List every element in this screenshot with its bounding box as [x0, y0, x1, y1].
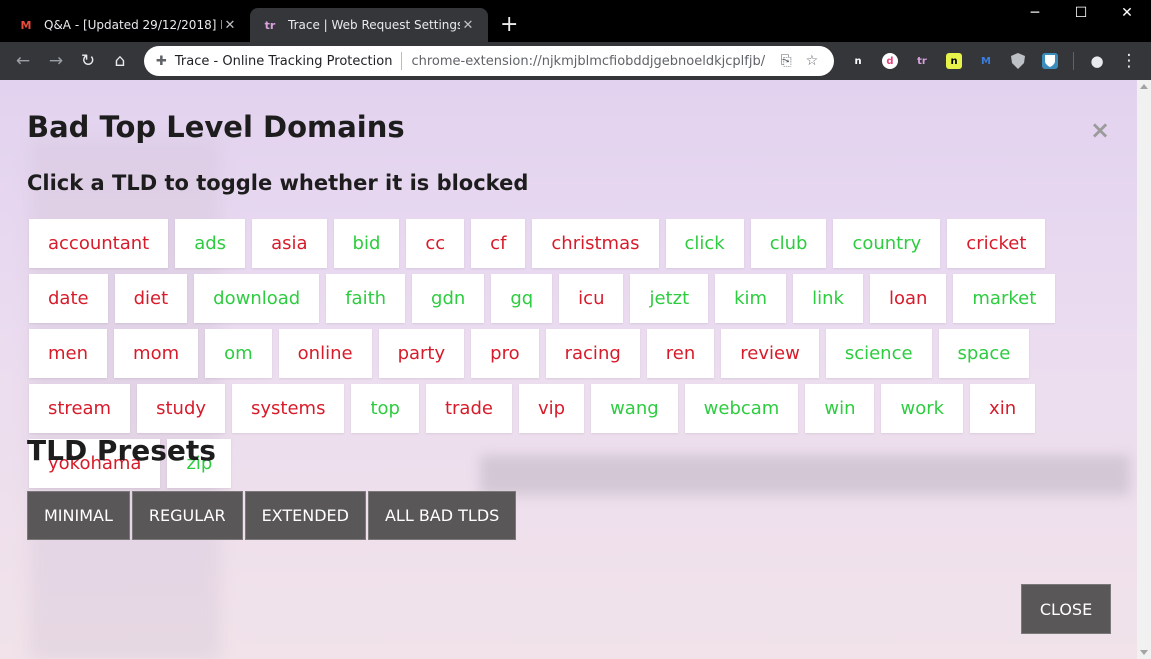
window-close-button[interactable]: ✕	[1104, 5, 1150, 21]
tld-button-asia[interactable]: asia	[252, 219, 327, 268]
tld-button-cc[interactable]: cc	[406, 219, 465, 268]
tld-button-click[interactable]: click	[665, 219, 744, 268]
reload-icon[interactable]: ↻	[75, 48, 101, 74]
neon-extension-icon[interactable]: n	[946, 53, 962, 69]
tld-button-icu[interactable]: icu	[559, 274, 624, 323]
omnibox-divider	[401, 52, 403, 70]
forward-arrow-icon[interactable]: →	[43, 48, 69, 74]
tld-button-webcam[interactable]: webcam	[684, 384, 799, 433]
close-button[interactable]: CLOSE	[1021, 584, 1111, 634]
tld-button-cf[interactable]: cf	[471, 219, 526, 268]
tld-button-stream[interactable]: stream	[29, 384, 131, 433]
close-icon[interactable]: ×	[1090, 116, 1110, 144]
page-url: chrome-extension://njkmjblmcfiobddjgebno…	[411, 53, 767, 69]
tld-button-kim[interactable]: kim	[715, 274, 787, 323]
tld-button-trade[interactable]: trade	[425, 384, 512, 433]
home-icon[interactable]: ⌂	[107, 48, 133, 74]
preset-minimal-button[interactable]: MINIMAL	[27, 491, 130, 540]
tld-button-bid[interactable]: bid	[333, 219, 400, 268]
menu-dots-icon[interactable]: ⋮	[1116, 48, 1142, 74]
tld-button-link[interactable]: link	[793, 274, 863, 323]
page-origin: Trace - Online Tracking Protection	[174, 53, 393, 69]
tld-button-gdn[interactable]: gdn	[412, 274, 485, 323]
tld-button-country[interactable]: country	[833, 219, 941, 268]
tld-button-ads[interactable]: ads	[175, 219, 246, 268]
address-bar[interactable]: ✚ Trace - Online Tracking Protection chr…	[144, 46, 834, 76]
n-extension-icon[interactable]: n	[850, 53, 866, 69]
scrollbar[interactable]	[1137, 80, 1151, 659]
tld-button-faith[interactable]: faith	[326, 274, 406, 323]
scroll-up-icon[interactable]	[1140, 84, 1148, 89]
shield-extension-icon[interactable]	[1010, 53, 1026, 69]
tld-button-racing[interactable]: racing	[545, 329, 640, 378]
tld-button-pro[interactable]: pro	[471, 329, 539, 378]
tld-button-christmas[interactable]: christmas	[532, 219, 659, 268]
d-extension-icon[interactable]: d	[882, 53, 898, 69]
tld-button-diet[interactable]: diet	[114, 274, 188, 323]
tld-button-accountant[interactable]: accountant	[29, 219, 169, 268]
tld-button-jetzt[interactable]: jetzt	[630, 274, 709, 323]
presets-title: TLD Presets	[27, 434, 216, 467]
preset-extended-button[interactable]: EXTENDED	[244, 491, 366, 540]
puzzle-icon: ✚	[156, 53, 167, 69]
mail-icon: M	[20, 18, 32, 32]
tld-button-wang[interactable]: wang	[591, 384, 678, 433]
modal-title: Bad Top Level Domains	[27, 110, 405, 144]
tab-strip: M Q&A - [Updated 29/12/2018] Bro ✕ tr Tr…	[0, 0, 1151, 42]
tld-button-review[interactable]: review	[721, 329, 819, 378]
tld-button-market[interactable]: market	[953, 274, 1056, 323]
tld-button-gq[interactable]: gq	[491, 274, 553, 323]
tld-button-science[interactable]: science	[825, 329, 932, 378]
bitwarden-extension-icon[interactable]	[1042, 53, 1058, 69]
preset-all-bad-tlds-button[interactable]: ALL BAD TLDS	[367, 491, 517, 540]
tld-button-study[interactable]: study	[137, 384, 226, 433]
tld-button-ren[interactable]: ren	[646, 329, 715, 378]
tab-close-icon[interactable]: ✕	[222, 18, 238, 33]
translate-icon[interactable]: ⎘	[780, 53, 791, 69]
new-tab-button[interactable]: +	[500, 14, 518, 36]
star-icon[interactable]: ☆	[806, 53, 819, 69]
tld-button-work[interactable]: work	[881, 384, 964, 433]
tld-button-date[interactable]: date	[29, 274, 108, 323]
tld-button-loan[interactable]: loan	[869, 274, 947, 323]
tld-button-xin[interactable]: xin	[970, 384, 1036, 433]
tab-title: Q&A - [Updated 29/12/2018] Bro	[44, 18, 222, 32]
tld-button-mom[interactable]: mom	[114, 329, 199, 378]
tld-button-online[interactable]: online	[278, 329, 372, 378]
tld-button-win[interactable]: win	[805, 384, 875, 433]
tld-button-download[interactable]: download	[194, 274, 320, 323]
tld-button-club[interactable]: club	[750, 219, 827, 268]
maximize-button[interactable]: ☐	[1058, 5, 1104, 21]
tab-close-icon[interactable]: ✕	[460, 18, 476, 33]
modal-subtitle: Click a TLD to toggle whether it is bloc…	[27, 171, 529, 195]
trace-icon: tr	[264, 18, 276, 32]
tab-qa[interactable]: M Q&A - [Updated 29/12/2018] Bro ✕	[6, 8, 250, 42]
tld-button-men[interactable]: men	[29, 329, 108, 378]
tld-button-om[interactable]: om	[205, 329, 272, 378]
tld-button-top[interactable]: top	[351, 384, 419, 433]
tld-button-vip[interactable]: vip	[518, 384, 585, 433]
page-content: Bad Top Level Domains × Click a TLD to t…	[0, 80, 1151, 659]
back-arrow-icon[interactable]: ←	[10, 48, 36, 74]
preset-buttons: MINIMAL REGULAR EXTENDED ALL BAD TLDS	[27, 491, 518, 540]
toolbar-divider	[1073, 52, 1074, 70]
minimize-button[interactable]: ─	[1012, 5, 1058, 21]
tld-button-space[interactable]: space	[938, 329, 1030, 378]
browser-toolbar: ← → ↻ ⌂ ✚ Trace - Online Tracking Protec…	[0, 42, 1151, 80]
scroll-down-icon[interactable]	[1140, 650, 1148, 655]
tab-trace-settings[interactable]: tr Trace | Web Request Settings ✕	[250, 8, 488, 42]
m-extension-icon[interactable]: M	[978, 53, 994, 69]
tld-button-cricket[interactable]: cricket	[947, 219, 1046, 268]
tld-button-party[interactable]: party	[378, 329, 465, 378]
trace-extension-icon[interactable]: tr	[914, 53, 930, 69]
tld-button-systems[interactable]: systems	[232, 384, 345, 433]
profile-icon[interactable]: ●	[1084, 48, 1110, 74]
tab-title: Trace | Web Request Settings	[288, 18, 460, 32]
preset-regular-button[interactable]: REGULAR	[131, 491, 243, 540]
